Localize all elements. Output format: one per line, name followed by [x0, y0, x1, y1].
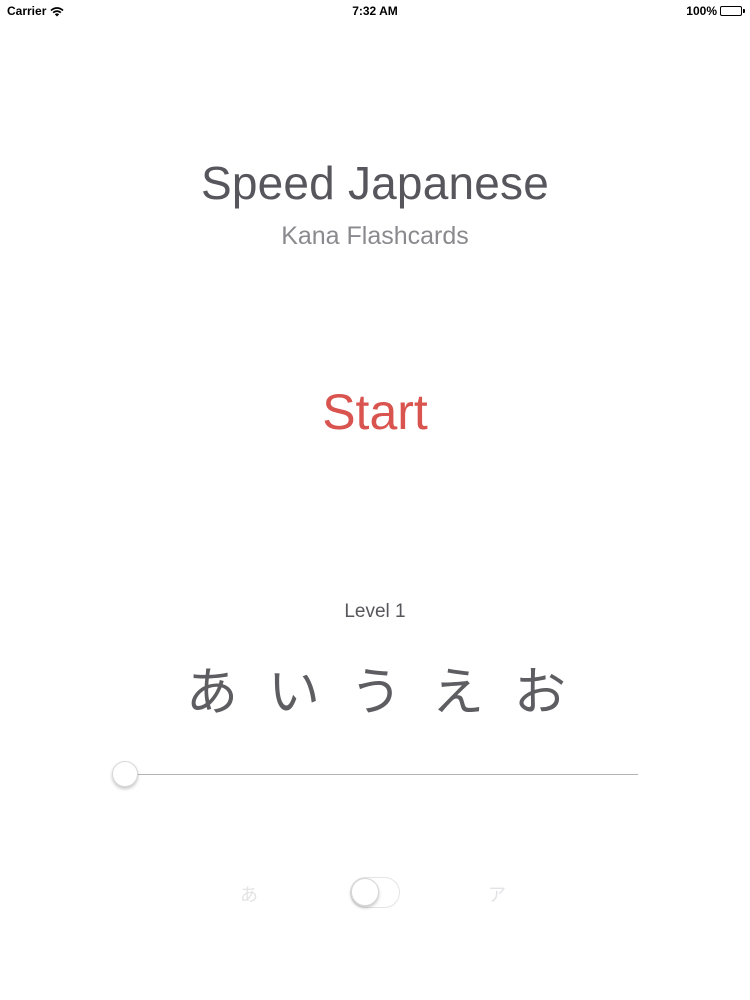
slider-thumb[interactable]: [112, 761, 138, 787]
hiragana-mode-label: あ: [240, 885, 258, 906]
battery-percent: 100%: [686, 4, 717, 18]
kana-mode-row: あ ア: [0, 876, 750, 910]
status-bar: Carrier 7:32 AM 100%: [0, 0, 750, 22]
toggle-knob[interactable]: [351, 878, 379, 906]
katakana-mode-label: ア: [488, 885, 506, 906]
kana-preview-row: あ い う え お: [0, 650, 750, 725]
kana-preview-char: え: [432, 663, 485, 723]
app-title: Speed Japanese: [200, 157, 550, 209]
start-button[interactable]: Start: [275, 380, 475, 444]
kana-preview-char: あ: [186, 663, 239, 723]
battery-icon: [720, 6, 745, 16]
kana-preview-char: お: [514, 663, 567, 723]
status-time: 7:32 AM: [352, 4, 398, 18]
kana-preview-char: う: [350, 663, 403, 723]
kana-mode-toggle[interactable]: [350, 877, 400, 908]
level-slider[interactable]: [112, 760, 638, 790]
slider-track[interactable]: [126, 774, 638, 775]
kana-preview-char: い: [268, 663, 321, 723]
app-screen: Carrier 7:32 AM 100% Speed Japanese Kana…: [0, 0, 750, 1000]
level-label: Level 1: [344, 601, 406, 622]
app-subtitle: Kana Flashcards: [281, 222, 469, 250]
battery-indicator: 100%: [686, 4, 745, 18]
